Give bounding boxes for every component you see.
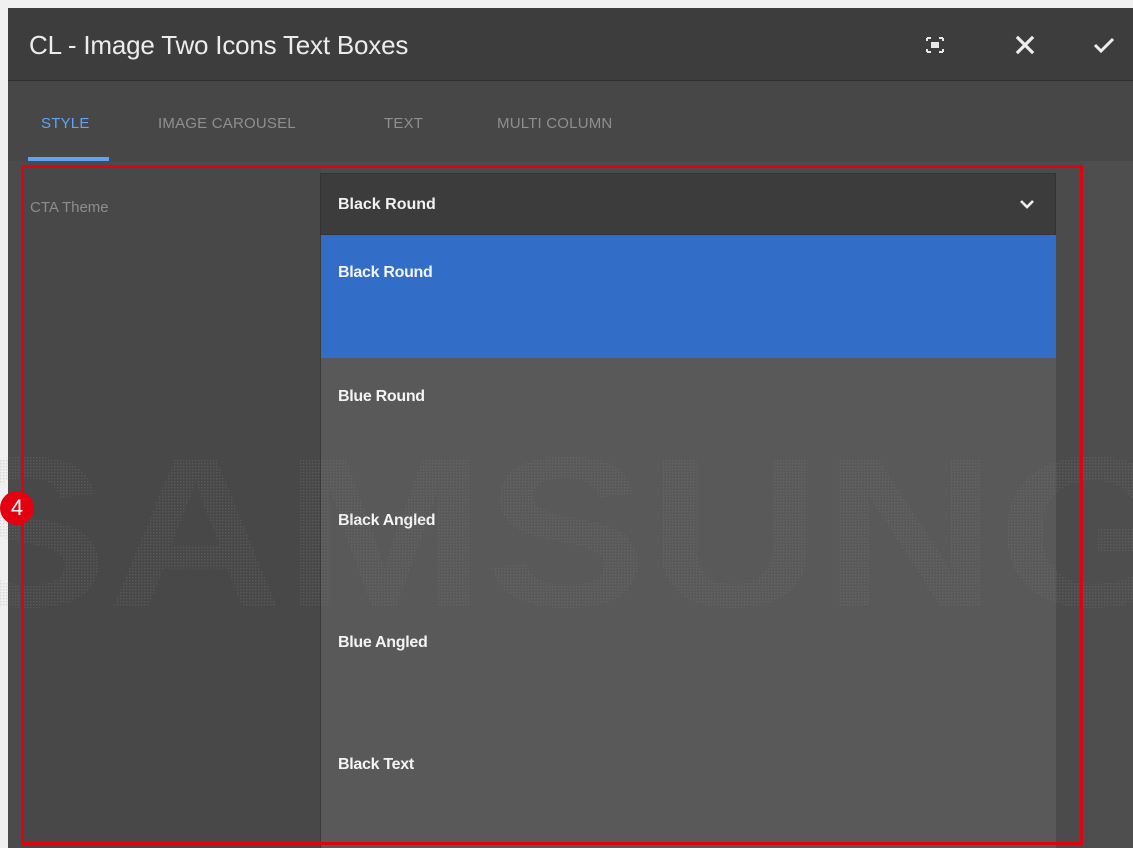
fullscreen-icon (926, 37, 944, 53)
tab-image-carousel[interactable]: IMAGE CAROUSEL (158, 115, 296, 132)
close-icon (1015, 35, 1035, 55)
right-gutter (1083, 161, 1133, 848)
tab-text[interactable]: TEXT (384, 115, 423, 132)
close-button[interactable] (1008, 28, 1042, 62)
cta-theme-selected-value: Black Round (338, 196, 436, 213)
option-label: Black Angled (338, 512, 436, 529)
dialog: CL - Image Two Icons Text Boxes STYLE IM… (8, 8, 1133, 848)
form-content: CTA Theme Black Round Black Round Blue R… (8, 161, 1133, 848)
step-number-badge: 4 (0, 491, 34, 525)
tab-style[interactable]: STYLE (41, 115, 90, 132)
dropdown-option-black-angled[interactable]: Black Angled (321, 483, 1056, 606)
confirm-button[interactable] (1087, 28, 1121, 62)
option-label: Blue Round (338, 388, 425, 405)
dropdown-option-blue-angled[interactable]: Blue Angled (321, 605, 1056, 728)
dropdown-option-black-round[interactable]: Black Round (321, 235, 1056, 358)
checkmark-icon (1093, 37, 1115, 54)
tab-bar: STYLE IMAGE CAROUSEL TEXT MULTI COLUMN (8, 81, 1133, 161)
dropdown-option-black-text[interactable]: Black Text (321, 727, 1056, 848)
option-label: Black Text (338, 756, 414, 773)
fullscreen-button[interactable] (918, 28, 952, 62)
option-label: Blue Angled (338, 634, 428, 651)
dialog-title: CL - Image Two Icons Text Boxes (29, 30, 409, 60)
cta-theme-label: CTA Theme (30, 199, 109, 216)
cta-theme-dropdown: Black Round Blue Round Black Angled Blue… (320, 235, 1056, 848)
dialog-titlebar: CL - Image Two Icons Text Boxes (8, 8, 1133, 81)
chevron-down-icon (1020, 200, 1034, 209)
label-column: CTA Theme (21, 166, 321, 848)
dropdown-option-blue-round[interactable]: Blue Round (321, 359, 1056, 482)
tab-multi-column[interactable]: MULTI COLUMN (497, 115, 612, 132)
cta-theme-select[interactable]: Black Round (320, 173, 1056, 235)
option-label: Black Round (338, 264, 433, 281)
